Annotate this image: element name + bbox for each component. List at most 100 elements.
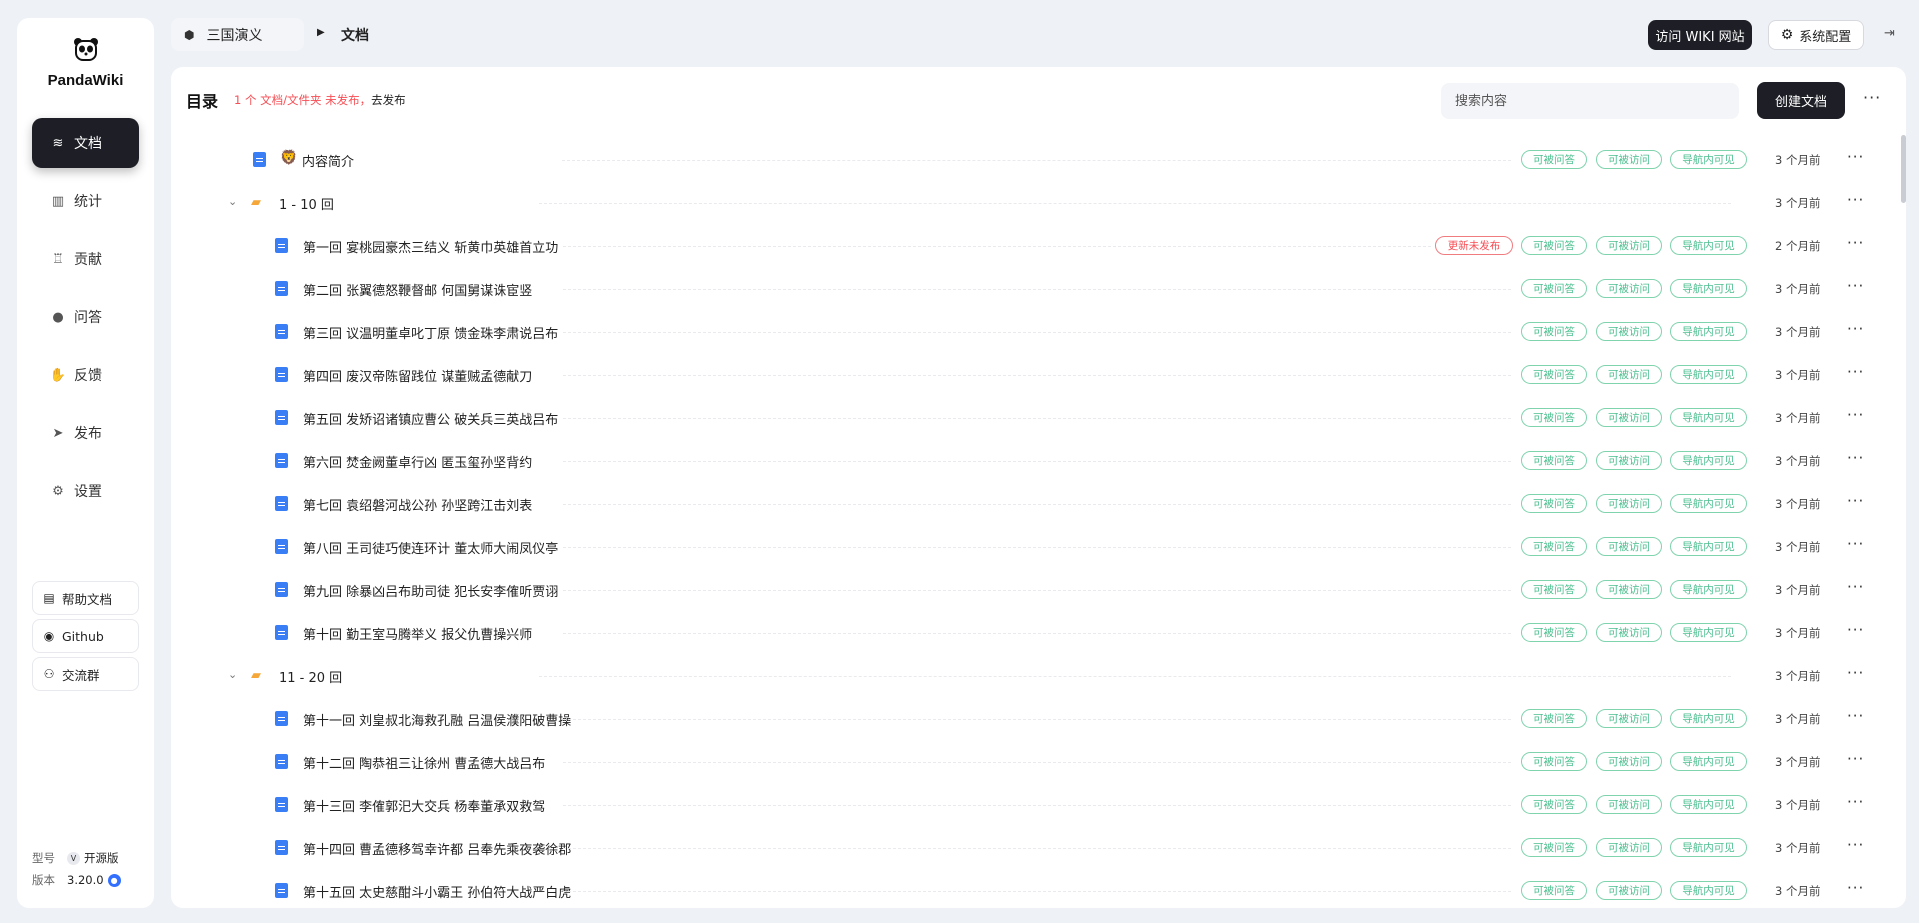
sidebar-link-1[interactable]: ◉ Github (32, 619, 139, 653)
more-menu-icon[interactable]: ··· (1847, 320, 1864, 338)
more-menu-icon[interactable]: ··· (1847, 234, 1864, 252)
row-title[interactable]: 第二回 张翼德怒鞭督邮 何国舅谋诛宦竖 (303, 280, 532, 299)
chevron-down-icon[interactable]: ⌄ (228, 195, 237, 208)
sidebar-item-label: 反馈 (74, 368, 102, 384)
status-badge-answerable: 可被问答 (1521, 494, 1587, 513)
row-timestamp: 3 个月前 (1775, 454, 1821, 468)
document-row[interactable]: 第四回 废汉帝陈留践位 谋董贼孟德献刀 可被问答 可被访问 导航内可见 3 个月前 ··· (171, 354, 1906, 397)
status-badge-accessible: 可被访问 (1596, 537, 1662, 556)
row-title[interactable]: 第九回 除暴凶吕布助司徒 犯长安李傕听贾诩 (303, 581, 558, 600)
more-menu-icon[interactable]: ··· (1847, 406, 1864, 424)
sidebar-item-1[interactable]: ▥ 统计 (32, 176, 139, 226)
status-badge-nav-visible: 导航内可见 (1670, 150, 1747, 169)
logout-icon[interactable]: ⇥ (1884, 26, 1895, 41)
sidebar-link-0[interactable]: ▤ 帮助文档 (32, 581, 139, 615)
row-title[interactable]: 1 - 10 回 (279, 194, 334, 213)
more-menu-icon[interactable]: ··· (1847, 277, 1864, 295)
more-menu-icon[interactable]: ··· (1847, 492, 1864, 510)
sidebar-item-3[interactable]: ● 问答 (32, 292, 139, 342)
more-menu-icon[interactable]: ··· (1847, 363, 1864, 381)
folder-row[interactable]: ⌄ ▰ 11 - 20 回 3 个月前 ··· (171, 655, 1906, 698)
document-row[interactable]: 第八回 王司徒巧使连环计 董太师大闹凤仪亭 可被问答 可被访问 导航内可见 3 个月前 ·… (171, 526, 1906, 569)
document-row[interactable]: 第十四回 曹孟德移驾幸许都 吕奉先乘夜袭徐郡 可被问答 可被访问 导航内可见 3 个月前… (171, 827, 1906, 870)
document-row[interactable]: 第一回 宴桃园豪杰三结义 斩黄巾英雄首立功 更新未发布 可被问答 可被访问 导航内可见 2… (171, 225, 1906, 268)
row-title[interactable]: 第一回 宴桃园豪杰三结义 斩黄巾英雄首立功 (303, 237, 558, 256)
search-input[interactable] (1441, 83, 1739, 119)
row-title[interactable]: 第三回 议温明董卓叱丁原 馈金珠李肃说吕布 (303, 323, 558, 342)
document-icon (275, 539, 288, 554)
document-row[interactable]: 第三回 议温明董卓叱丁原 馈金珠李肃说吕布 可被问答 可被访问 导航内可见 3 个月前 ·… (171, 311, 1906, 354)
row-title[interactable]: 第十回 勤王室马腾举义 报父仇曹操兴师 (303, 624, 532, 643)
more-menu-icon[interactable]: ··· (1847, 578, 1864, 596)
document-icon (275, 797, 288, 812)
row-divider (563, 418, 1511, 419)
more-menu-icon[interactable]: ··· (1847, 191, 1864, 209)
row-title[interactable]: 第十一回 刘皇叔北海救孔融 吕温侯濮阳破曹操 (303, 710, 571, 729)
row-title[interactable]: 11 - 20 回 (279, 667, 342, 686)
sidebar-link-label: Github (62, 628, 104, 644)
model-value: 开源版 (84, 851, 119, 865)
document-row[interactable]: 第七回 袁绍磐河战公孙 孙坚跨江击刘表 可被问答 可被访问 导航内可见 3 个月前 ··· (171, 483, 1906, 526)
scrollbar[interactable] (1901, 135, 1906, 203)
row-title[interactable]: 内容简介 (302, 151, 354, 170)
row-title[interactable]: 第十二回 陶恭祖三让徐州 曹孟德大战吕布 (303, 753, 545, 772)
row-timestamp: 3 个月前 (1775, 884, 1821, 898)
status-badge-answerable: 可被问答 (1521, 365, 1587, 384)
document-row[interactable]: 🦁 内容简介 可被问答 可被访问 导航内可见 3 个月前 ··· (171, 139, 1906, 182)
row-title[interactable]: 第六回 焚金阙董卓行凶 匿玉玺孙坚背约 (303, 452, 532, 471)
status-badge-nav-visible: 导航内可见 (1670, 623, 1747, 642)
more-menu-icon[interactable]: ··· (1863, 88, 1881, 107)
more-menu-icon[interactable]: ··· (1847, 836, 1864, 854)
chevron-down-icon[interactable]: ⌄ (228, 668, 237, 681)
row-title[interactable]: 第八回 王司徒巧使连环计 董太师大闹凤仪亭 (303, 538, 558, 557)
row-title[interactable]: 第五回 发矫诏诸镇应曹公 破关兵三英战吕布 (303, 409, 558, 428)
update-dot-icon[interactable]: ● (107, 873, 121, 887)
more-menu-icon[interactable]: ··· (1847, 535, 1864, 553)
more-menu-icon[interactable]: ··· (1847, 879, 1864, 897)
sidebar-item-5[interactable]: ➤ 发布 (32, 408, 139, 458)
document-row[interactable]: 第十三回 李傕郭汜大交兵 杨奉董承双救驾 可被问答 可被访问 导航内可见 3 个月前 ··… (171, 784, 1906, 827)
row-title[interactable]: 第七回 袁绍磐河战公孙 孙坚跨江击刘表 (303, 495, 532, 514)
more-menu-icon[interactable]: ··· (1847, 750, 1864, 768)
visit-wiki-button[interactable]: 访问 WIKI 网站 (1648, 20, 1752, 50)
hand-icon: ✋ (49, 367, 67, 383)
document-row[interactable]: 第五回 发矫诏诸镇应曹公 破关兵三英战吕布 可被问答 可被访问 导航内可见 3 个月前 ·… (171, 397, 1906, 440)
logo[interactable]: PandaWiki (17, 36, 154, 89)
row-title[interactable]: 第四回 废汉帝陈留践位 谋董贼孟德献刀 (303, 366, 532, 385)
status-badge-nav-visible: 导航内可见 (1670, 236, 1747, 255)
more-menu-icon[interactable]: ··· (1847, 621, 1864, 639)
document-row[interactable]: 第十一回 刘皇叔北海救孔融 吕温侯濮阳破曹操 可被问答 可被访问 导航内可见 3 个月前… (171, 698, 1906, 741)
sidebar-item-2[interactable]: ♖ 贡献 (32, 234, 139, 284)
row-title[interactable]: 第十五回 太史慈酣斗小霸王 孙伯符大战严白虎 (303, 882, 571, 901)
breadcrumb-root[interactable]: ⬢ 三国演义 (171, 18, 304, 51)
sidebar-item-label: 设置 (74, 484, 102, 500)
create-document-button[interactable]: 创建文档 (1757, 82, 1845, 119)
more-menu-icon[interactable]: ··· (1847, 664, 1864, 682)
document-row[interactable]: 第十五回 太史慈酣斗小霸王 孙伯符大战严白虎 可被问答 可被访问 导航内可见 3 个月前… (171, 870, 1906, 908)
sidebar-item-6[interactable]: ⚙ 设置 (32, 466, 139, 516)
system-config-button[interactable]: ⚙ 系统配置 (1768, 20, 1864, 50)
status-badge-nav-visible: 导航内可见 (1670, 795, 1747, 814)
status-badge-answerable: 可被问答 (1521, 322, 1587, 341)
sidebar-link-label: 交流群 (62, 667, 100, 683)
status-badge-nav-visible: 导航内可见 (1670, 881, 1747, 900)
more-menu-icon[interactable]: ··· (1847, 793, 1864, 811)
more-menu-icon[interactable]: ··· (1847, 707, 1864, 725)
status-badge-nav-visible: 导航内可见 (1670, 322, 1747, 341)
sidebar-item-0[interactable]: ≋ 文档 (32, 118, 139, 168)
more-menu-icon[interactable]: ··· (1847, 148, 1864, 166)
go-publish-link[interactable]: 去发布 (371, 93, 406, 107)
document-row[interactable]: 第二回 张翼德怒鞭督邮 何国舅谋诛宦竖 可被问答 可被访问 导航内可见 3 个月前 ··· (171, 268, 1906, 311)
more-menu-icon[interactable]: ··· (1847, 449, 1864, 467)
row-title[interactable]: 第十四回 曹孟德移驾幸许都 吕奉先乘夜袭徐郡 (303, 839, 571, 858)
bar-chart-icon: ▥ (51, 193, 65, 209)
document-row[interactable]: 第十回 勤王室马腾举义 报父仇曹操兴师 可被问答 可被访问 导航内可见 3 个月前 ··· (171, 612, 1906, 655)
sidebar-nav: ≋ 文档 ▥ 统计 ♖ 贡献 ● 问答 ✋ 反馈 ➤ 发布 ⚙ 设置 (32, 118, 139, 524)
document-row[interactable]: 第六回 焚金阙董卓行凶 匿玉玺孙坚背约 可被问答 可被访问 导航内可见 3 个月前 ··· (171, 440, 1906, 483)
sidebar-item-4[interactable]: ✋ 反馈 (32, 350, 139, 400)
sidebar-link-2[interactable]: ⚇ 交流群 (32, 657, 139, 691)
document-row[interactable]: 第九回 除暴凶吕布助司徒 犯长安李傕听贾诩 可被问答 可被访问 导航内可见 3 个月前 ·… (171, 569, 1906, 612)
row-title[interactable]: 第十三回 李傕郭汜大交兵 杨奉董承双救驾 (303, 796, 545, 815)
document-row[interactable]: 第十二回 陶恭祖三让徐州 曹孟德大战吕布 可被问答 可被访问 导航内可见 3 个月前 ··… (171, 741, 1906, 784)
folder-row[interactable]: ⌄ ▰ 1 - 10 回 3 个月前 ··· (171, 182, 1906, 225)
